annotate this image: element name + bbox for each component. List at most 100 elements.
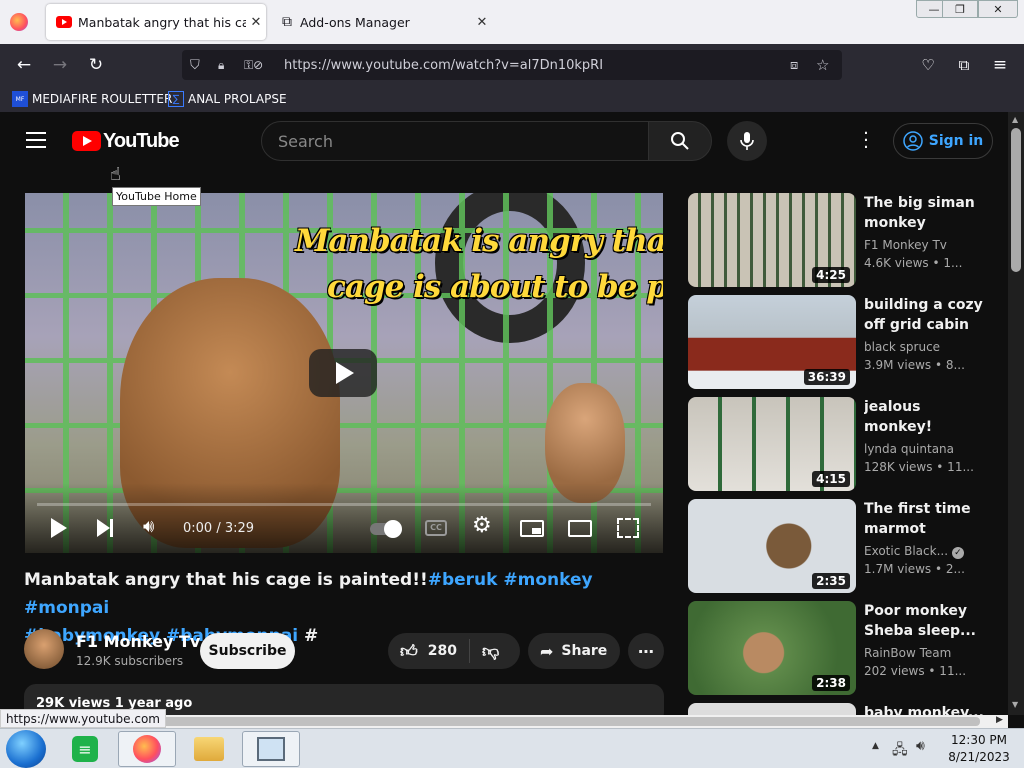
voice-search-button[interactable]: [727, 121, 767, 161]
scroll-down-icon[interactable]: ▼: [1012, 700, 1018, 709]
permissions-icon[interactable]: ⚿⊘: [244, 58, 276, 73]
share-label: Share: [561, 643, 608, 659]
notes-app-icon: ≡: [72, 736, 98, 762]
related-thumbnail[interactable]: 2:38: [688, 601, 856, 695]
related-thumbnail[interactable]: 2:35: [688, 499, 856, 593]
subtitles-icon[interactable]: CC: [425, 520, 447, 536]
taskbar-app-explorer[interactable]: [180, 731, 238, 767]
sign-in-label: Sign in: [928, 133, 984, 149]
play-button[interactable]: [51, 518, 67, 538]
related-thumbnail[interactable]: 4:15: [688, 397, 856, 491]
hashtag-link[interactable]: #monkey: [503, 570, 592, 590]
channel-name[interactable]: F1 Monkey Tv: [76, 632, 200, 651]
show-hidden-icons[interactable]: ▲: [872, 741, 879, 751]
forward-button[interactable]: →: [46, 52, 74, 78]
back-button[interactable]: ←: [10, 52, 38, 78]
firefox-menu-icon[interactable]: [10, 13, 28, 31]
network-icon[interactable]: 🖧︎: [892, 739, 908, 763]
url-bar[interactable]: ⛉ 🔒︎ ⚿⊘ https://www.youtube.com/watch?v=…: [182, 50, 842, 80]
volume-tray-icon[interactable]: 🔊︎: [916, 738, 925, 754]
volume-icon[interactable]: 🔊︎: [143, 516, 154, 537]
tab-addons-manager[interactable]: ⧉ Add-ons Manager ✕: [272, 4, 492, 40]
taskbar-app-notes[interactable]: ≡: [56, 731, 114, 767]
search-input[interactable]: Search: [261, 121, 650, 161]
clock-time: 12:30 PM: [951, 733, 1007, 747]
sign-in-button[interactable]: Sign in: [893, 123, 993, 159]
video-overlay-line-2: cage is about to be painted!: [327, 269, 663, 305]
tab-strip: Manbatak angry that his cage is painted!…: [0, 0, 1024, 44]
folder-icon: [194, 737, 224, 761]
guide-menu-button[interactable]: [26, 132, 46, 148]
youtube-home-logo[interactable]: YouTube: [72, 130, 180, 152]
related-thumbnail[interactable]: 36:39: [688, 295, 856, 389]
bookmark-anal-prolapse[interactable]: ∑ ANAL PROLAPSE: [168, 90, 287, 108]
status-link-preview: https://www.youtube.com: [0, 709, 166, 728]
close-tab-icon[interactable]: ✕: [472, 15, 492, 30]
scrollbar-thumb[interactable]: [1011, 128, 1021, 272]
miniplayer-icon[interactable]: [520, 520, 544, 537]
tab-label: Manbatak angry that his cage is painted!…: [78, 14, 246, 30]
related-meta: 202 views • 11...: [864, 664, 967, 678]
restore-window-button[interactable]: ❐: [942, 0, 978, 18]
progress-bar[interactable]: [37, 503, 651, 506]
like-button[interactable]: 👍︎ 280: [400, 639, 470, 663]
bookmark-mediafire-rouletter[interactable]: MF MEDIAFIRE ROULETTER: [12, 90, 172, 108]
theater-mode-icon[interactable]: [568, 520, 592, 537]
reload-button[interactable]: ↻: [82, 52, 110, 78]
page-scrollbar[interactable]: ▲ ▼: [1008, 112, 1024, 715]
autoplay-toggle[interactable]: [370, 520, 402, 538]
hashtag-link[interactable]: #monpai: [24, 598, 109, 618]
related-title: The first time marmot bathe...: [864, 501, 971, 537]
more-actions-button[interactable]: ⋯: [628, 633, 664, 669]
hashtag-link[interactable]: #beruk: [428, 570, 498, 590]
next-button[interactable]: [97, 519, 113, 537]
subscriber-count: 12.9K subscribers: [76, 654, 184, 668]
search-icon: [671, 132, 689, 150]
subscribe-button[interactable]: Subscribe: [200, 633, 295, 669]
taskbar-app-monitor[interactable]: [242, 731, 300, 767]
hscrollbar-thumb[interactable]: [150, 717, 980, 726]
fullscreen-icon[interactable]: [617, 518, 639, 538]
pocket-icon[interactable]: ♡: [914, 52, 942, 78]
video-player[interactable]: Manbatak is angry that his cage is about…: [25, 193, 663, 553]
settings-gear-icon[interactable]: ⚙: [472, 513, 492, 538]
related-channel: lynda quintana: [864, 442, 955, 456]
microphone-icon: [740, 132, 754, 150]
bookmarks-toolbar: MF MEDIAFIRE ROULETTER ∑ ANAL PROLAPSE: [0, 86, 1024, 112]
channel-avatar[interactable]: [24, 629, 64, 669]
close-tab-icon[interactable]: ✕: [246, 15, 266, 30]
bookmark-star-icon[interactable]: ☆: [816, 56, 842, 74]
tab-youtube-video[interactable]: Manbatak angry that his cage is painted!…: [46, 4, 266, 40]
clock[interactable]: 12:30 PM 8/21/2023: [944, 732, 1014, 766]
search-button[interactable]: [648, 121, 712, 161]
scroll-right-icon[interactable]: ▶: [996, 715, 1003, 725]
related-channel-name: Exotic Black...: [864, 544, 949, 558]
bookmark-favicon-icon: ∑: [168, 91, 184, 107]
dislike-button[interactable]: 👎︎: [482, 641, 499, 662]
controls-gradient: [25, 483, 663, 553]
lock-icon[interactable]: 🔒︎: [218, 58, 234, 73]
share-icon: ➦: [540, 641, 554, 661]
youtube-play-logo-icon: [72, 131, 101, 151]
extensions-icon[interactable]: ⧉: [950, 52, 978, 78]
scroll-up-icon[interactable]: ▲: [1012, 115, 1018, 124]
share-button[interactable]: ➦ Share: [528, 633, 620, 669]
related-channel: RainBow Team: [864, 646, 952, 660]
youtube-page: YouTube YouTube Home ☝ Search · · · Sign i…: [0, 112, 1008, 715]
start-button[interactable]: [6, 730, 46, 768]
app-menu-icon[interactable]: ≡: [986, 52, 1014, 78]
related-title: jealous monkey!: [864, 399, 933, 435]
taskbar-app-firefox[interactable]: [118, 731, 176, 767]
large-play-button[interactable]: [309, 349, 377, 397]
more-settings-icon[interactable]: · · ·: [860, 125, 872, 157]
tracking-protection-icon[interactable]: ⛉: [190, 58, 206, 73]
related-title: The big siman monkey open...: [864, 195, 975, 231]
related-thumbnail[interactable]: 4:25: [688, 193, 856, 287]
hashtag-stub: #: [304, 626, 319, 646]
thumbs-down-icon: 👎︎: [482, 641, 500, 662]
related-thumbnail[interactable]: [688, 703, 856, 715]
url-text[interactable]: https://www.youtube.com/watch?v=al7Dn10k…: [284, 58, 790, 73]
picture-in-picture-icon[interactable]: ⧈: [790, 58, 816, 73]
puzzle-icon: ⧉: [282, 14, 292, 30]
close-window-button[interactable]: ✕: [978, 0, 1018, 18]
